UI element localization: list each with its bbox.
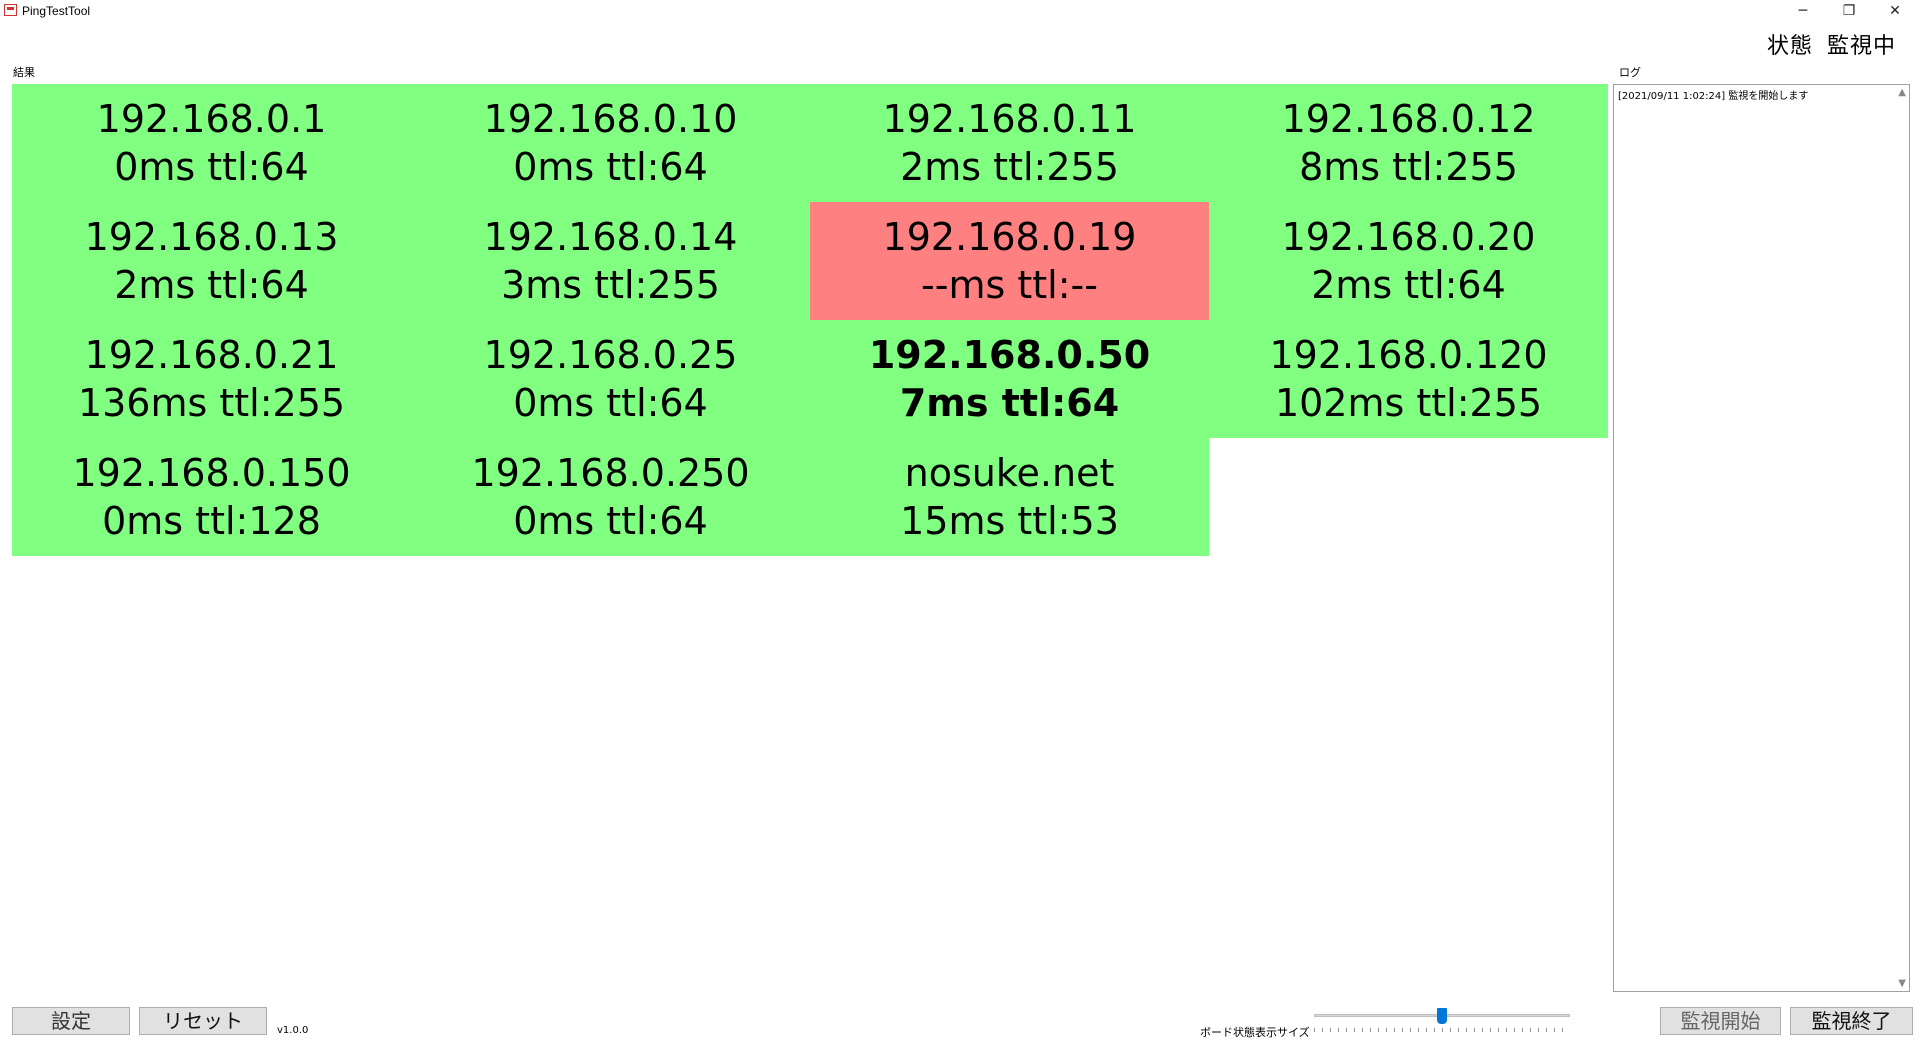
host-address: 192.168.0.120 bbox=[1269, 333, 1548, 377]
host-address: 192.168.0.14 bbox=[483, 215, 738, 259]
host-stats: 0ms ttl:64 bbox=[513, 145, 708, 189]
host-tile: 192.168.0.10 0ms ttl:64 bbox=[411, 84, 810, 202]
host-stats: --ms ttl:-- bbox=[921, 263, 1098, 307]
host-tile: 192.168.0.11 2ms ttl:255 bbox=[810, 84, 1209, 202]
slider-thumb[interactable] bbox=[1437, 1008, 1447, 1024]
host-tile: 192.168.0.25 0ms ttl:64 bbox=[411, 320, 810, 438]
host-address: 192.168.0.150 bbox=[72, 451, 351, 495]
host-tile: 192.168.0.12 8ms ttl:255 bbox=[1209, 84, 1608, 202]
reset-button[interactable]: リセット bbox=[139, 1007, 267, 1035]
host-tile-down: 192.168.0.19 --ms ttl:-- bbox=[810, 202, 1209, 320]
slider-ticks bbox=[1314, 1028, 1570, 1032]
restore-button[interactable]: ❐ bbox=[1826, 0, 1872, 24]
scroll-down-icon[interactable]: ▼ bbox=[1898, 978, 1906, 989]
title-bar: PingTestTool ─ ❐ ✕ bbox=[0, 0, 1920, 24]
host-stats: 0ms ttl:64 bbox=[114, 145, 309, 189]
host-tile: 192.168.0.13 2ms ttl:64 bbox=[12, 202, 411, 320]
board-size-label: ボード状態表示サイズ bbox=[1200, 1026, 1310, 1039]
host-address: 192.168.0.250 bbox=[471, 451, 750, 495]
window-title: PingTestTool bbox=[22, 4, 91, 18]
host-address: 192.168.0.25 bbox=[483, 333, 738, 377]
minimize-button[interactable]: ─ bbox=[1780, 0, 1826, 24]
host-tile: 192.168.0.1 0ms ttl:64 bbox=[12, 84, 411, 202]
host-address: 192.168.0.11 bbox=[882, 97, 1137, 141]
host-tile-highlighted: 192.168.0.50 7ms ttl:64 bbox=[810, 320, 1209, 438]
host-stats: 136ms ttl:255 bbox=[77, 381, 346, 425]
host-tile: 192.168.0.250 0ms ttl:64 bbox=[411, 438, 810, 556]
close-button[interactable]: ✕ bbox=[1872, 0, 1918, 24]
host-stats: 3ms ttl:255 bbox=[501, 263, 720, 307]
host-address: 192.168.0.12 bbox=[1281, 97, 1536, 141]
board-size-slider[interactable] bbox=[1314, 1006, 1570, 1036]
log-label: ログ bbox=[1619, 66, 1641, 79]
host-address: 192.168.0.13 bbox=[84, 215, 339, 259]
start-monitor-button[interactable]: 監視開始 bbox=[1660, 1007, 1781, 1035]
host-stats: 7ms ttl:64 bbox=[899, 381, 1120, 425]
host-tile: 192.168.0.20 2ms ttl:64 bbox=[1209, 202, 1608, 320]
host-stats: 2ms ttl:64 bbox=[114, 263, 309, 307]
host-tile: 192.168.0.14 3ms ttl:255 bbox=[411, 202, 810, 320]
host-stats: 0ms ttl:64 bbox=[513, 381, 708, 425]
host-address: 192.168.0.19 bbox=[882, 215, 1137, 259]
host-stats: 2ms ttl:64 bbox=[1311, 263, 1506, 307]
host-address: nosuke.net bbox=[904, 451, 1115, 495]
scroll-up-icon[interactable]: ▲ bbox=[1898, 87, 1906, 98]
host-address: 192.168.0.1 bbox=[96, 97, 327, 141]
app-icon bbox=[4, 4, 17, 16]
host-tile: 192.168.0.21 136ms ttl:255 bbox=[12, 320, 411, 438]
host-address: 192.168.0.50 bbox=[868, 333, 1151, 377]
host-stats: 15ms ttl:53 bbox=[900, 499, 1119, 543]
host-address: 192.168.0.10 bbox=[483, 97, 738, 141]
stop-monitor-button[interactable]: 監視終了 bbox=[1790, 1007, 1913, 1035]
host-address: 192.168.0.21 bbox=[84, 333, 339, 377]
host-tile: 192.168.0.120 102ms ttl:255 bbox=[1209, 320, 1608, 438]
host-address: 192.168.0.20 bbox=[1281, 215, 1536, 259]
host-stats: 2ms ttl:255 bbox=[900, 145, 1119, 189]
version-label: v1.0.0 bbox=[277, 1025, 309, 1036]
status-label: 状態 bbox=[1766, 34, 1813, 59]
host-stats: 102ms ttl:255 bbox=[1274, 381, 1543, 425]
host-stats: 0ms ttl:64 bbox=[513, 499, 708, 543]
host-tile: 192.168.0.150 0ms ttl:128 bbox=[12, 438, 411, 556]
host-stats: 0ms ttl:128 bbox=[102, 499, 321, 543]
status-display: 状態 監視中 bbox=[1767, 28, 1896, 60]
log-textbox[interactable]: [2021/09/11 1:02:24] 監視を開始します ▲ ▼ bbox=[1613, 84, 1910, 992]
host-stats: 8ms ttl:255 bbox=[1299, 145, 1518, 189]
settings-button[interactable]: 設定 bbox=[12, 1007, 130, 1035]
results-grid: 192.168.0.1 0ms ttl:64 192.168.0.10 0ms … bbox=[12, 84, 1608, 556]
host-tile: nosuke.net 15ms ttl:53 bbox=[810, 438, 1209, 556]
status-value: 監視中 bbox=[1826, 34, 1896, 59]
log-entry: [2021/09/11 1:02:24] 監視を開始します bbox=[1618, 91, 1809, 102]
results-label: 結果 bbox=[13, 66, 35, 79]
